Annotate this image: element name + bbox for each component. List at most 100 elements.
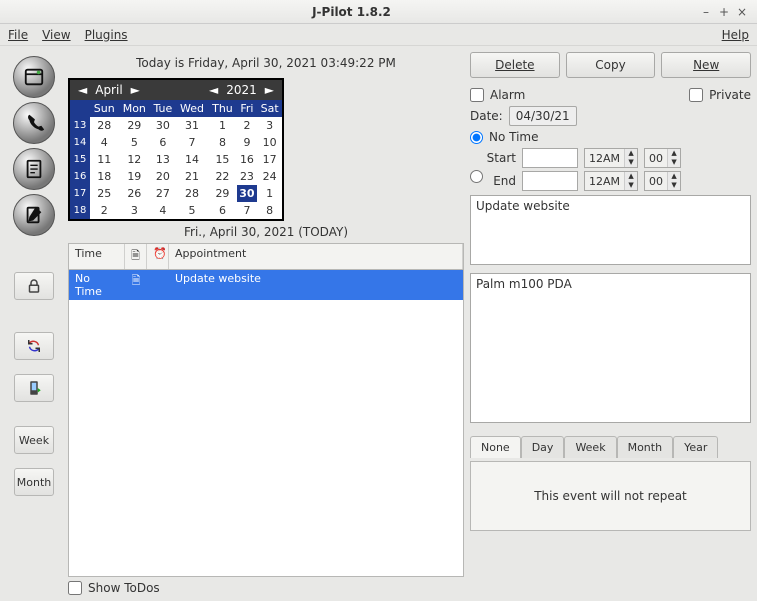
sync-button[interactable]	[14, 332, 54, 360]
cal-day-cell[interactable]: 10	[257, 134, 282, 151]
cal-day-cell[interactable]: 3	[257, 117, 282, 134]
tab-week[interactable]: Week	[564, 436, 616, 458]
timed-radio[interactable]	[470, 170, 483, 183]
end-min-spinner[interactable]: 00▲▼	[644, 171, 681, 191]
cal-day-cell[interactable]: 2	[237, 117, 258, 134]
cal-day-cell[interactable]: 8	[208, 134, 236, 151]
cal-next-month-icon[interactable]: ►	[127, 83, 144, 97]
cal-day-cell[interactable]: 12	[119, 151, 151, 168]
event-empty-area[interactable]	[69, 300, 463, 576]
col-alarm-icon[interactable]: ⏰	[147, 244, 169, 269]
tab-month[interactable]: Month	[617, 436, 673, 458]
cal-day-cell[interactable]: 11	[90, 151, 119, 168]
cal-day-cell[interactable]: 5	[119, 134, 151, 151]
end-time-input[interactable]	[522, 171, 578, 191]
cal-day-cell[interactable]: 2	[90, 202, 119, 219]
menu-plugins[interactable]: Plugins	[85, 28, 128, 42]
cal-day-cell[interactable]: 18	[90, 168, 119, 185]
end-ampm-spinner[interactable]: 12AM▲▼	[584, 171, 638, 191]
cal-next-year-icon[interactable]: ►	[261, 83, 278, 97]
cal-day-cell[interactable]: 31	[176, 117, 209, 134]
cal-day-cell[interactable]: 17	[257, 151, 282, 168]
cal-day-cell[interactable]: 21	[176, 168, 209, 185]
cal-day-cell[interactable]: 13	[150, 151, 176, 168]
cal-day-cell[interactable]: 4	[90, 134, 119, 151]
event-row[interactable]: No Time 🗎 Update website	[69, 270, 463, 300]
cal-day-cell[interactable]: 26	[119, 185, 151, 202]
cal-day-cell[interactable]: 28	[176, 185, 209, 202]
note-textarea[interactable]: Palm m100 PDA	[470, 273, 751, 423]
show-todos-row[interactable]: Show ToDos	[68, 581, 464, 595]
date-field[interactable]: 04/30/21	[509, 106, 577, 126]
chevron-up-icon[interactable]: ▲	[668, 149, 680, 158]
cal-day-cell[interactable]: 8	[257, 202, 282, 219]
cal-day-cell[interactable]: 7	[237, 202, 258, 219]
minimize-icon[interactable]: –	[697, 5, 715, 19]
cal-day-cell[interactable]: 16	[237, 151, 258, 168]
memo-icon[interactable]	[13, 194, 55, 236]
chevron-up-icon[interactable]: ▲	[625, 149, 637, 158]
lock-button[interactable]	[14, 272, 54, 300]
cal-day-cell[interactable]: 29	[208, 185, 236, 202]
tab-day[interactable]: Day	[521, 436, 565, 458]
cal-day-cell[interactable]: 19	[119, 168, 151, 185]
start-ampm-spinner[interactable]: 12AM▲▼	[584, 148, 638, 168]
description-textarea[interactable]: Update website	[470, 195, 751, 265]
start-min-spinner[interactable]: 00▲▼	[644, 148, 681, 168]
cal-day-cell[interactable]: 14	[176, 151, 209, 168]
cal-day-cell[interactable]: 30	[237, 185, 258, 202]
notime-radio[interactable]	[470, 131, 483, 144]
cal-day-cell[interactable]: 30	[150, 117, 176, 134]
cal-day-cell[interactable]: 27	[150, 185, 176, 202]
cal-day-cell[interactable]: 5	[176, 202, 209, 219]
delete-button[interactable]: Delete	[470, 52, 560, 78]
cal-day-cell[interactable]: 29	[119, 117, 151, 134]
cal-day-cell[interactable]: 22	[208, 168, 236, 185]
cal-day-cell[interactable]: 1	[257, 185, 282, 202]
cal-day-cell[interactable]: 4	[150, 202, 176, 219]
menu-file[interactable]: File	[8, 28, 28, 42]
chevron-down-icon[interactable]: ▼	[625, 158, 637, 167]
col-appointment[interactable]: Appointment	[169, 244, 463, 269]
start-time-input[interactable]	[522, 148, 578, 168]
alarm-checkbox[interactable]	[470, 88, 484, 102]
col-time[interactable]: Time	[69, 244, 125, 269]
cal-day-head: Tue	[150, 100, 176, 117]
maximize-icon[interactable]: +	[715, 5, 733, 19]
cal-day-cell[interactable]: 6	[150, 134, 176, 151]
cal-day-cell[interactable]: 9	[237, 134, 258, 151]
cal-day-cell[interactable]: 6	[208, 202, 236, 219]
cal-day-cell[interactable]: 3	[119, 202, 151, 219]
cal-day-cell[interactable]: 23	[237, 168, 258, 185]
private-checkbox[interactable]	[689, 88, 703, 102]
chevron-up-icon[interactable]: ▲	[625, 172, 637, 181]
cal-day-cell[interactable]: 1	[208, 117, 236, 134]
week-button[interactable]: Week	[14, 426, 54, 454]
chevron-down-icon[interactable]: ▼	[668, 158, 680, 167]
new-button[interactable]: New	[661, 52, 751, 78]
cal-prev-year-icon[interactable]: ◄	[205, 83, 222, 97]
copy-button[interactable]: Copy	[566, 52, 656, 78]
cal-day-cell[interactable]: 15	[208, 151, 236, 168]
cal-day-cell[interactable]: 7	[176, 134, 209, 151]
col-note-icon[interactable]: 🗎	[125, 244, 147, 269]
menu-help[interactable]: Help	[722, 28, 749, 42]
cal-prev-month-icon[interactable]: ◄	[74, 83, 91, 97]
chevron-down-icon[interactable]: ▼	[668, 181, 680, 190]
tab-none[interactable]: None	[470, 436, 521, 458]
address-icon[interactable]	[13, 102, 55, 144]
device-button[interactable]	[14, 374, 54, 402]
chevron-up-icon[interactable]: ▲	[668, 172, 680, 181]
datebook-icon[interactable]	[13, 56, 55, 98]
show-todos-checkbox[interactable]	[68, 581, 82, 595]
tab-year[interactable]: Year	[673, 436, 718, 458]
cal-day-cell[interactable]: 25	[90, 185, 119, 202]
cal-day-cell[interactable]: 28	[90, 117, 119, 134]
close-icon[interactable]: ×	[733, 5, 751, 19]
cal-day-cell[interactable]: 20	[150, 168, 176, 185]
menu-view[interactable]: View	[42, 28, 70, 42]
todo-icon[interactable]	[13, 148, 55, 190]
chevron-down-icon[interactable]: ▼	[625, 181, 637, 190]
cal-day-cell[interactable]: 24	[257, 168, 282, 185]
month-button[interactable]: Month	[14, 468, 54, 496]
